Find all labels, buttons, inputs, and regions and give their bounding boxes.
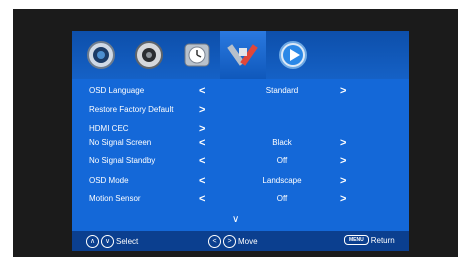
down-button-icon: ∨ bbox=[101, 235, 114, 248]
menu-tab-bar bbox=[72, 31, 409, 79]
picture-icon bbox=[87, 41, 115, 69]
tab-picture[interactable] bbox=[78, 35, 124, 75]
left-button-icon: < bbox=[208, 235, 221, 248]
right-arrow-icon[interactable]: > bbox=[340, 154, 346, 168]
tab-time[interactable] bbox=[174, 35, 220, 75]
right-arrow-icon[interactable]: > bbox=[340, 84, 346, 98]
left-arrow-icon[interactable]: > bbox=[199, 103, 205, 117]
row-value: Black bbox=[272, 138, 292, 147]
move-hint: < > Move bbox=[208, 235, 258, 248]
left-arrow-icon[interactable]: < bbox=[199, 174, 205, 188]
row-value: Off bbox=[276, 156, 288, 165]
up-button-icon: ∧ bbox=[86, 235, 99, 248]
tab-sound[interactable] bbox=[126, 35, 172, 75]
right-arrow-icon[interactable]: > bbox=[340, 192, 346, 206]
row-value: Off bbox=[276, 194, 288, 203]
right-arrow-icon[interactable]: > bbox=[199, 122, 205, 136]
tab-media[interactable] bbox=[270, 35, 316, 75]
row-restore-factory-default[interactable]: Restore Factory Default > bbox=[72, 103, 409, 117]
row-label: Restore Factory Default bbox=[89, 105, 174, 114]
row-motion-sensor[interactable]: Motion Sensor < Off > bbox=[72, 192, 409, 206]
row-label: No Signal Standby bbox=[89, 156, 156, 165]
row-no-signal-screen[interactable]: No Signal Screen < Black > bbox=[72, 136, 409, 150]
left-arrow-icon[interactable]: < bbox=[199, 154, 205, 168]
tools-icon bbox=[227, 44, 258, 66]
tab-settings[interactable] bbox=[220, 31, 266, 79]
right-button-icon: > bbox=[223, 235, 236, 248]
row-no-signal-standby[interactable]: No Signal Standby < Off > bbox=[72, 154, 409, 168]
row-osd-mode[interactable]: OSD Mode < Landscape > bbox=[72, 174, 409, 188]
row-hdmi-cec[interactable]: HDMI CEC > bbox=[72, 122, 409, 136]
row-osd-language[interactable]: OSD Language < Standard > bbox=[72, 84, 409, 98]
clock-icon bbox=[184, 43, 210, 67]
left-arrow-icon[interactable]: < bbox=[199, 136, 205, 150]
osd-menu: OSD Language < Standard > Restore Factor… bbox=[72, 31, 409, 251]
return-label: Return bbox=[370, 235, 395, 245]
left-arrow-icon[interactable]: < bbox=[199, 192, 205, 206]
speaker-icon bbox=[135, 41, 163, 69]
footer-hints: ∧ ∨ Select < > Move MENU Return bbox=[72, 231, 409, 251]
row-label: Motion Sensor bbox=[89, 194, 141, 203]
row-label: OSD Mode bbox=[89, 176, 129, 185]
move-label: Move bbox=[238, 237, 258, 246]
row-value: Landscape bbox=[262, 176, 302, 185]
row-label: OSD Language bbox=[89, 86, 145, 95]
play-icon bbox=[279, 41, 307, 69]
select-label: Select bbox=[116, 237, 139, 246]
right-arrow-icon[interactable]: > bbox=[340, 174, 346, 188]
row-value: Standard bbox=[265, 86, 299, 95]
row-label: HDMI CEC bbox=[89, 124, 129, 133]
right-arrow-icon[interactable]: > bbox=[340, 136, 346, 150]
more-items-chevron-icon[interactable]: ∨ bbox=[232, 214, 239, 225]
menu-key-icon: MENU bbox=[344, 235, 369, 245]
left-arrow-icon[interactable]: < bbox=[199, 84, 205, 98]
row-label: No Signal Screen bbox=[89, 138, 152, 147]
return-hint: MENU Return bbox=[344, 235, 395, 245]
select-hint: ∧ ∨ Select bbox=[86, 235, 138, 248]
